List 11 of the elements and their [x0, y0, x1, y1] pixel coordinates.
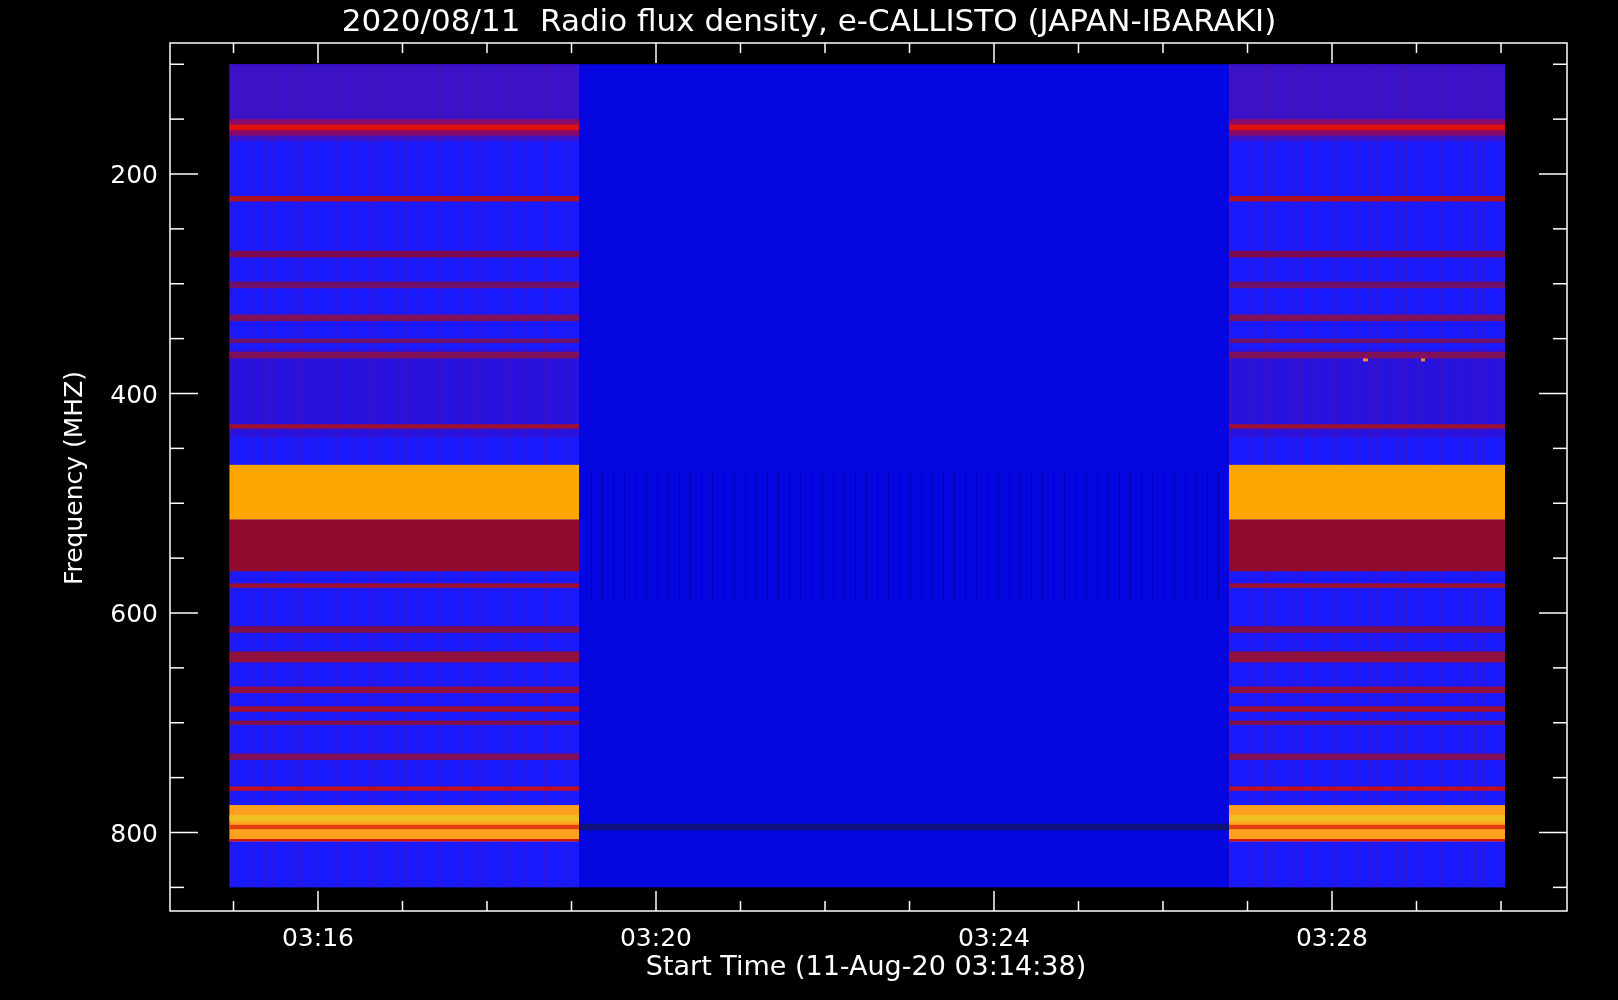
- x-tick-label: 03:16: [282, 923, 354, 952]
- x-tick-label: 03:20: [620, 923, 692, 952]
- y-tick-label: 400: [110, 379, 158, 409]
- y-tick-label: 800: [110, 818, 158, 848]
- y-axis-label: Frequency (MHZ): [59, 370, 88, 586]
- x-tick-label: 03:24: [958, 923, 1030, 952]
- plot-title: 2020/08/11 Radio flux density, e-CALLISTO (JAPAN-IBARAKI): [341, 2, 1277, 38]
- y-tick-label: 200: [110, 160, 158, 189]
- y-tick-label: 600: [110, 599, 158, 628]
- x-tick-label: 03:28: [1296, 923, 1368, 952]
- x-axis-label: Start Time (11-Aug-20 03:14:38): [645, 950, 1087, 981]
